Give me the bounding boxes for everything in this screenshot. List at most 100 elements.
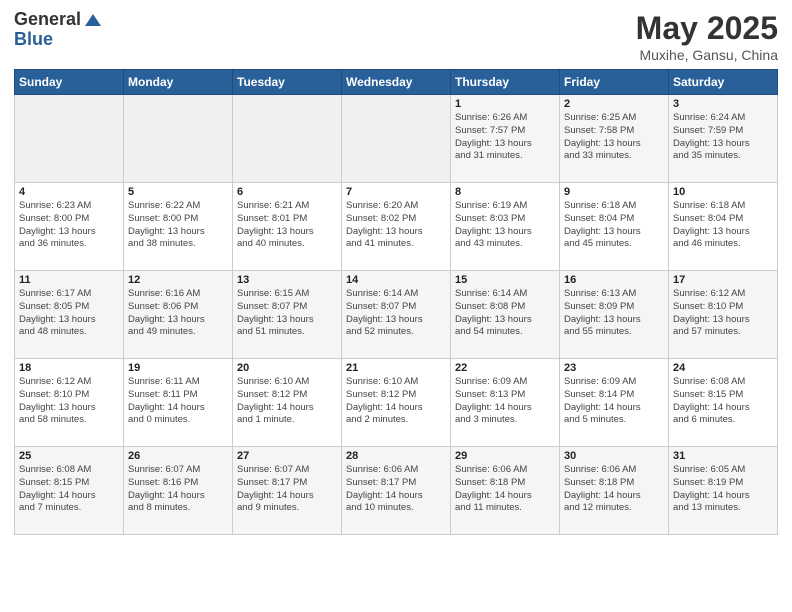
week-row-1: 1 Sunrise: 6:26 AM Sunset: 7:57 PM Daylig… [15,95,778,183]
col-header-wednesday: Wednesday [342,70,451,95]
day-cell [233,95,342,183]
day-cell: 22 Sunrise: 6:09 AM Sunset: 8:13 PM Dayli… [451,359,560,447]
day-cell: 24Sunrise: 6:08 AM Sunset: 8:15 PM Dayli… [669,359,778,447]
week-row-4: 18 Sunrise: 6:12 AM Sunset: 8:10 PM Dayli… [15,359,778,447]
day-number: 22 [455,362,555,374]
day-number: 9 [564,186,664,198]
logo-general: General [14,10,81,30]
day-number: 23 [564,362,664,374]
day-cell: 1 Sunrise: 6:26 AM Sunset: 7:57 PM Daylig… [451,95,560,183]
day-number: 4 [19,186,119,198]
logo-icon [83,10,103,30]
day-info: Sunrise: 6:13 AM Sunset: 8:09 PM Dayligh… [564,288,664,339]
day-cell: 4 Sunrise: 6:23 AM Sunset: 8:00 PM Daylig… [15,183,124,271]
day-cell: 18 Sunrise: 6:12 AM Sunset: 8:10 PM Dayli… [15,359,124,447]
day-cell: 6Sunrise: 6:21 AM Sunset: 8:01 PM Daylig… [233,183,342,271]
day-info: Sunrise: 6:09 AM Sunset: 8:13 PM Dayligh… [455,376,555,427]
day-number: 1 [455,98,555,110]
day-info: Sunrise: 6:16 AM Sunset: 8:06 PM Dayligh… [128,288,228,339]
day-info: Sunrise: 6:06 AM Sunset: 8:17 PM Dayligh… [346,464,446,515]
logo-text: General Blue [14,10,103,50]
day-info: Sunrise: 6:20 AM Sunset: 8:02 PM Dayligh… [346,200,446,251]
day-info: Sunrise: 6:11 AM Sunset: 8:11 PM Dayligh… [128,376,228,427]
day-number: 16 [564,274,664,286]
day-cell: 16 Sunrise: 6:13 AM Sunset: 8:09 PM Dayli… [560,271,669,359]
week-row-5: 25 Sunrise: 6:08 AM Sunset: 8:15 PM Dayli… [15,447,778,535]
day-number: 8 [455,186,555,198]
day-info: Sunrise: 6:14 AM Sunset: 8:08 PM Dayligh… [455,288,555,339]
day-cell: 5 Sunrise: 6:22 AM Sunset: 8:00 PM Daylig… [124,183,233,271]
day-cell: 19 Sunrise: 6:11 AM Sunset: 8:11 PM Dayli… [124,359,233,447]
day-number: 7 [346,186,446,198]
logo: General Blue [14,10,103,50]
week-row-2: 4 Sunrise: 6:23 AM Sunset: 8:00 PM Daylig… [15,183,778,271]
day-info: Sunrise: 6:08 AM Sunset: 8:15 PM Dayligh… [19,464,119,515]
day-cell: 28 Sunrise: 6:06 AM Sunset: 8:17 PM Dayli… [342,447,451,535]
day-info: Sunrise: 6:07 AM Sunset: 8:17 PM Dayligh… [237,464,337,515]
calendar: SundayMondayTuesdayWednesdayThursdayFrid… [14,69,778,535]
col-header-friday: Friday [560,70,669,95]
day-cell: 14Sunrise: 6:14 AM Sunset: 8:07 PM Dayli… [342,271,451,359]
day-info: Sunrise: 6:24 AM Sunset: 7:59 PM Dayligh… [673,112,773,163]
day-number: 10 [673,186,773,198]
day-number: 11 [19,274,119,286]
day-number: 19 [128,362,228,374]
day-info: Sunrise: 6:21 AM Sunset: 8:01 PM Dayligh… [237,200,337,251]
col-header-tuesday: Tuesday [233,70,342,95]
day-info: Sunrise: 6:05 AM Sunset: 8:19 PM Dayligh… [673,464,773,515]
col-header-monday: Monday [124,70,233,95]
col-header-saturday: Saturday [669,70,778,95]
day-cell: 23 Sunrise: 6:09 AM Sunset: 8:14 PM Dayli… [560,359,669,447]
title-section: May 2025 Muxihe, Gansu, China [636,10,778,63]
day-info: Sunrise: 6:07 AM Sunset: 8:16 PM Dayligh… [128,464,228,515]
day-number: 28 [346,450,446,462]
day-cell: 30Sunrise: 6:06 AM Sunset: 8:18 PM Dayli… [560,447,669,535]
day-info: Sunrise: 6:22 AM Sunset: 8:00 PM Dayligh… [128,200,228,251]
day-number: 31 [673,450,773,462]
day-cell: 12 Sunrise: 6:16 AM Sunset: 8:06 PM Dayli… [124,271,233,359]
day-info: Sunrise: 6:19 AM Sunset: 8:03 PM Dayligh… [455,200,555,251]
day-info: Sunrise: 6:09 AM Sunset: 8:14 PM Dayligh… [564,376,664,427]
day-info: Sunrise: 6:15 AM Sunset: 8:07 PM Dayligh… [237,288,337,339]
day-number: 29 [455,450,555,462]
day-cell: 13 Sunrise: 6:15 AM Sunset: 8:07 PM Dayli… [233,271,342,359]
week-row-3: 11Sunrise: 6:17 AM Sunset: 8:05 PM Dayli… [15,271,778,359]
day-number: 24 [673,362,773,374]
location: Muxihe, Gansu, China [636,47,778,63]
day-cell: 9 Sunrise: 6:18 AM Sunset: 8:04 PM Daylig… [560,183,669,271]
page: General Blue May 2025 Muxihe, Gansu, Chi… [0,0,792,612]
day-number: 14 [346,274,446,286]
day-cell [15,95,124,183]
day-info: Sunrise: 6:10 AM Sunset: 8:12 PM Dayligh… [346,376,446,427]
day-number: 12 [128,274,228,286]
day-info: Sunrise: 6:12 AM Sunset: 8:10 PM Dayligh… [673,288,773,339]
day-info: Sunrise: 6:06 AM Sunset: 8:18 PM Dayligh… [455,464,555,515]
day-number: 2 [564,98,664,110]
day-cell: 25 Sunrise: 6:08 AM Sunset: 8:15 PM Dayli… [15,447,124,535]
day-number: 15 [455,274,555,286]
day-number: 18 [19,362,119,374]
day-number: 13 [237,274,337,286]
day-cell: 26Sunrise: 6:07 AM Sunset: 8:16 PM Dayli… [124,447,233,535]
day-info: Sunrise: 6:18 AM Sunset: 8:04 PM Dayligh… [564,200,664,251]
day-cell: 27 Sunrise: 6:07 AM Sunset: 8:17 PM Dayli… [233,447,342,535]
day-cell: 15 Sunrise: 6:14 AM Sunset: 8:08 PM Dayli… [451,271,560,359]
col-header-thursday: Thursday [451,70,560,95]
day-cell: 21Sunrise: 6:10 AM Sunset: 8:12 PM Dayli… [342,359,451,447]
day-cell [342,95,451,183]
day-info: Sunrise: 6:10 AM Sunset: 8:12 PM Dayligh… [237,376,337,427]
day-number: 5 [128,186,228,198]
day-number: 20 [237,362,337,374]
day-number: 27 [237,450,337,462]
day-info: Sunrise: 6:12 AM Sunset: 8:10 PM Dayligh… [19,376,119,427]
day-info: Sunrise: 6:23 AM Sunset: 8:00 PM Dayligh… [19,200,119,251]
day-cell: 31 Sunrise: 6:05 AM Sunset: 8:19 PM Dayli… [669,447,778,535]
day-number: 3 [673,98,773,110]
day-info: Sunrise: 6:26 AM Sunset: 7:57 PM Dayligh… [455,112,555,163]
day-cell: 11Sunrise: 6:17 AM Sunset: 8:05 PM Dayli… [15,271,124,359]
day-number: 25 [19,450,119,462]
day-cell: 29 Sunrise: 6:06 AM Sunset: 8:18 PM Dayli… [451,447,560,535]
day-info: Sunrise: 6:18 AM Sunset: 8:04 PM Dayligh… [673,200,773,251]
day-cell: 20 Sunrise: 6:10 AM Sunset: 8:12 PM Dayli… [233,359,342,447]
day-cell: 8 Sunrise: 6:19 AM Sunset: 8:03 PM Daylig… [451,183,560,271]
